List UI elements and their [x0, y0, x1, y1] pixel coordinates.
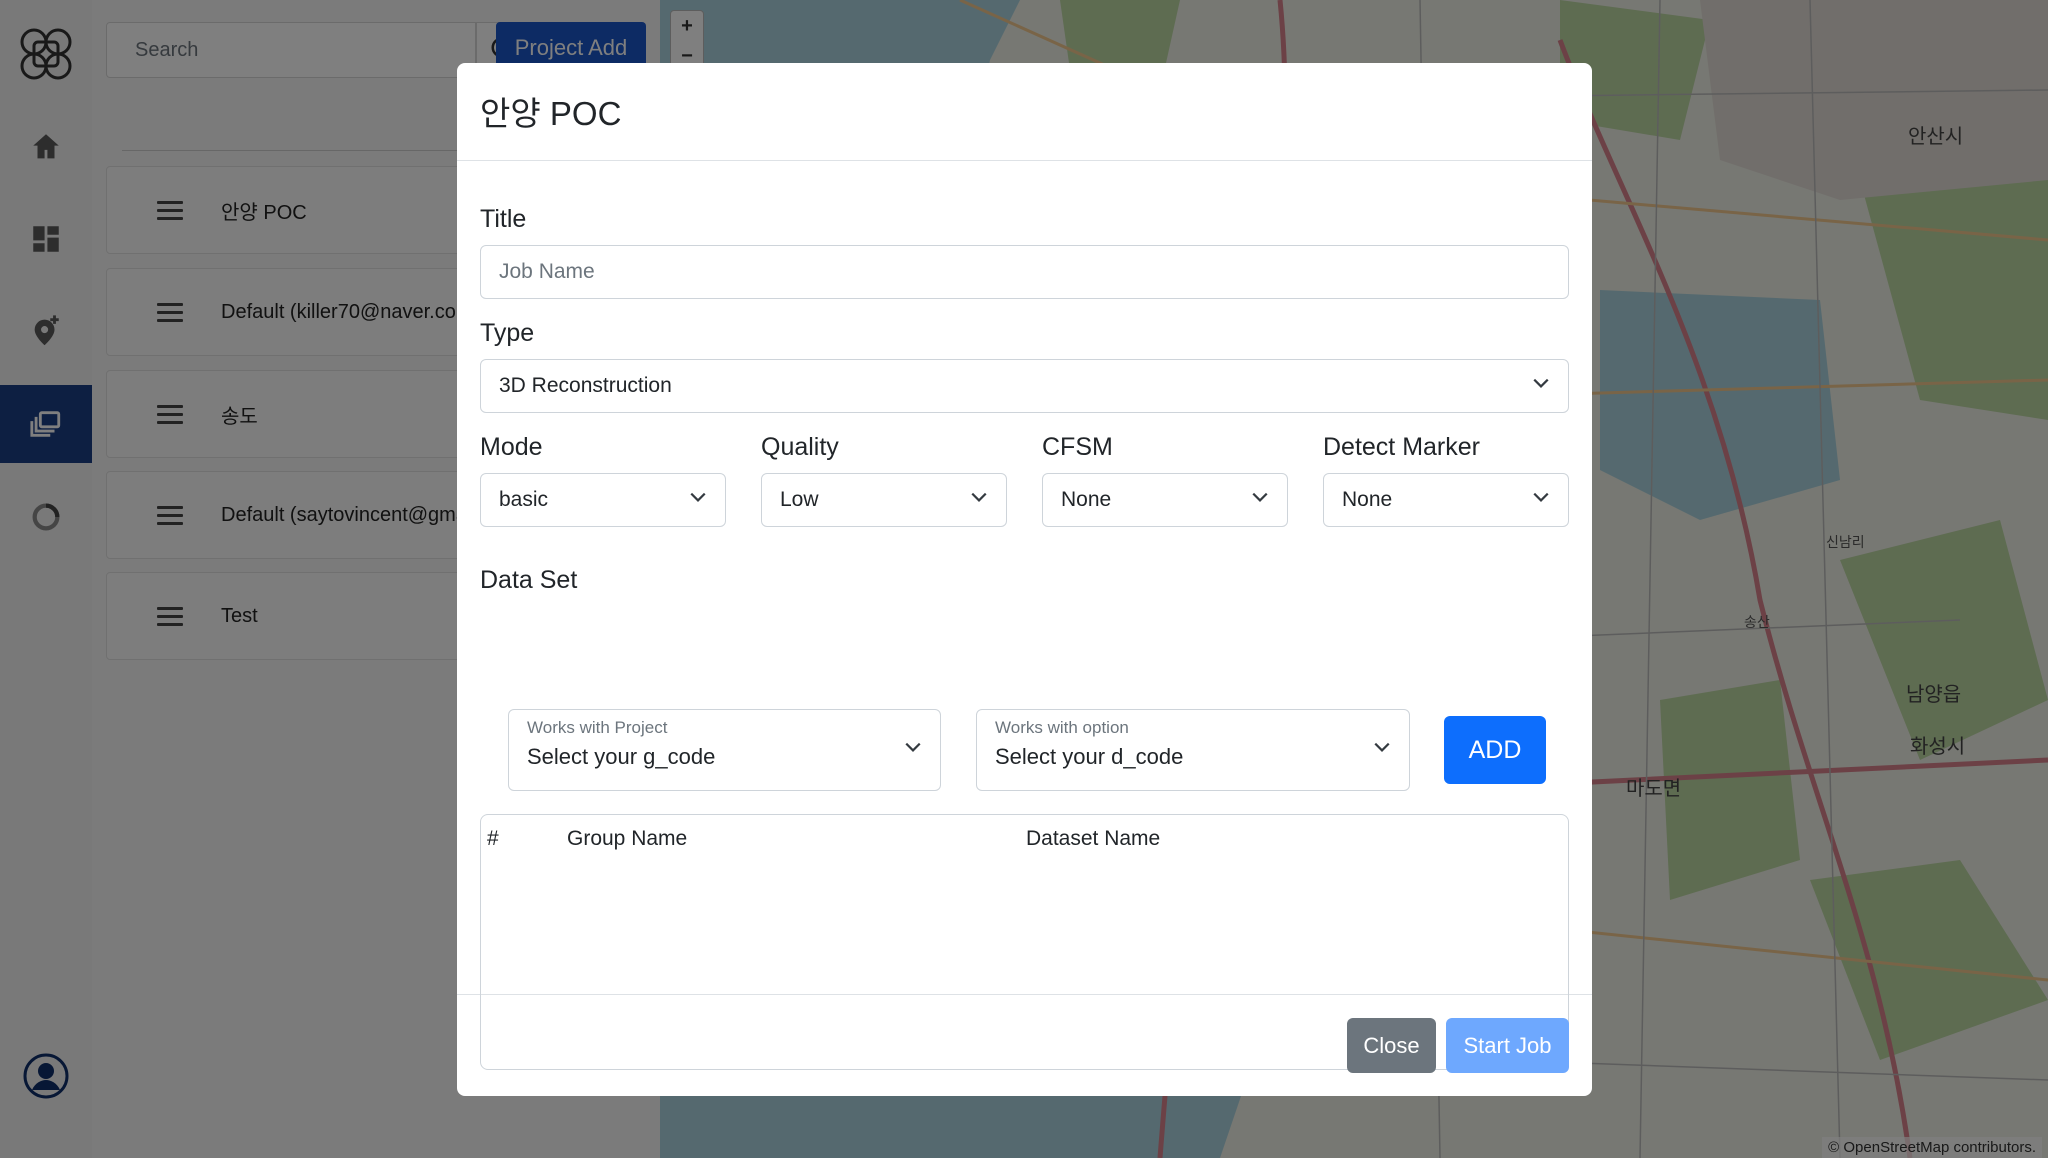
- modal-body: Title Job Name Type 3D Reconstruction Mo…: [457, 161, 1592, 1070]
- mode-label: Mode: [480, 433, 543, 461]
- option-dcode-select[interactable]: Works with option Select your d_code: [976, 709, 1410, 791]
- chevron-down-icon: [690, 492, 706, 502]
- cfsm-value: None: [1061, 488, 1112, 511]
- option-select-label: Works with option: [995, 718, 1129, 737]
- modal-footer: Close Start Job: [457, 996, 1592, 1096]
- chevron-down-icon: [1533, 492, 1549, 502]
- cfsm-label: CFSM: [1042, 433, 1113, 461]
- table-header-group: Group Name: [567, 827, 688, 850]
- chevron-down-icon: [905, 742, 921, 752]
- type-select[interactable]: 3D Reconstruction: [480, 359, 1569, 413]
- table-header-index: #: [487, 827, 499, 850]
- start-job-button[interactable]: Start Job: [1446, 1018, 1569, 1073]
- modal-title: 안양 POC: [480, 95, 622, 132]
- title-label: Title: [480, 205, 527, 233]
- quality-select[interactable]: Low: [761, 473, 1007, 527]
- option-select-value: Select your d_code: [995, 744, 1184, 769]
- modal-header: 안양 POC: [457, 63, 1592, 161]
- mode-value: basic: [499, 488, 549, 511]
- chevron-down-icon: [1252, 492, 1268, 502]
- quality-label: Quality: [761, 433, 839, 461]
- project-select-label: Works with Project: [527, 718, 668, 737]
- add-dataset-button[interactable]: ADD: [1444, 716, 1546, 784]
- job-name-input[interactable]: Job Name: [480, 245, 1569, 299]
- quality-value: Low: [780, 488, 819, 511]
- type-value: 3D Reconstruction: [499, 374, 672, 397]
- chevron-down-icon: [971, 492, 987, 502]
- project-gcode-select[interactable]: Works with Project Select your g_code: [508, 709, 941, 791]
- detect-marker-value: None: [1342, 488, 1393, 511]
- type-label: Type: [480, 319, 535, 347]
- chevron-down-icon: [1533, 378, 1549, 388]
- project-select-value: Select your g_code: [527, 744, 716, 769]
- job-modal: 안양 POC Title Job Name Type 3D Reconstruc…: [457, 63, 1592, 1096]
- close-button[interactable]: Close: [1347, 1018, 1436, 1073]
- detect-marker-label: Detect Marker: [1323, 433, 1480, 461]
- cfsm-select[interactable]: None: [1042, 473, 1288, 527]
- dataset-label: Data Set: [480, 566, 578, 594]
- table-header-dataset: Dataset Name: [1026, 827, 1161, 850]
- detect-marker-select[interactable]: None: [1323, 473, 1569, 527]
- mode-select[interactable]: basic: [480, 473, 726, 527]
- chevron-down-icon: [1374, 742, 1390, 752]
